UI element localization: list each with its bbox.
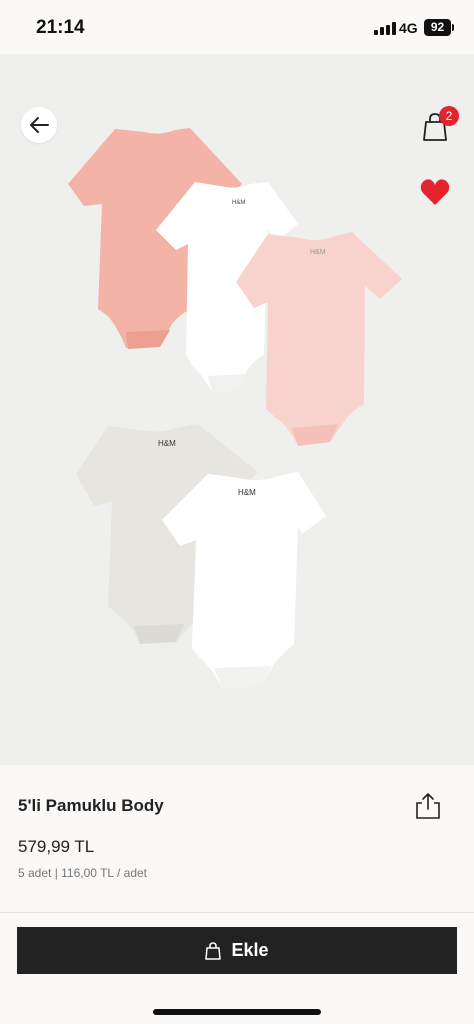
add-to-cart-button[interactable]: Ekle: [17, 927, 457, 974]
product-image: H&M H&M H&M H&M: [68, 128, 402, 688]
battery-icon: 92: [424, 19, 451, 36]
brand-label: H&M: [158, 439, 176, 448]
unit-info: 5 adet | 116,00 TL / adet: [18, 866, 147, 880]
share-button[interactable]: [414, 791, 442, 821]
product-price: 579,99 TL: [18, 837, 95, 856]
heart-icon: [420, 179, 450, 205]
arrow-left-icon: [30, 117, 49, 133]
cart-count-badge: 2: [439, 106, 459, 126]
add-button-label: Ekle: [231, 940, 269, 960]
shopping-bag-icon: [205, 941, 222, 960]
network-label: 4G: [399, 20, 418, 36]
product-image-gallery[interactable]: H&M H&M H&M H&M 2: [0, 54, 474, 765]
status-time: 21:14: [36, 17, 85, 38]
status-bar: 21:14 4G 92: [0, 0, 474, 54]
divider: [0, 912, 474, 913]
signal-icon: [374, 22, 396, 35]
share-icon: [416, 793, 440, 819]
product-title: 5'li Pamuklu Body: [18, 796, 164, 815]
brand-label: H&M: [310, 249, 326, 256]
brand-label: H&M: [232, 200, 245, 206]
brand-label: H&M: [238, 488, 256, 497]
back-button[interactable]: [21, 107, 57, 143]
battery-tip: [452, 24, 454, 31]
favorite-button[interactable]: [419, 177, 451, 207]
home-indicator: [153, 1009, 321, 1015]
